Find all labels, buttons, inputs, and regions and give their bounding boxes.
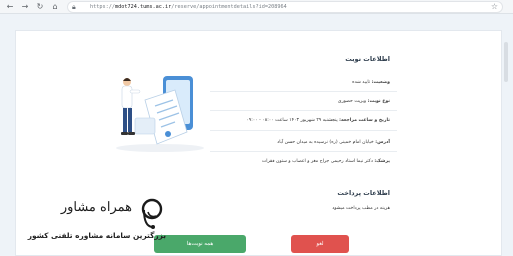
appointment-card	[15, 30, 502, 256]
address-label: آدرس:	[375, 140, 390, 145]
datetime-row: تاریخ و ساعت مراجعه: پنجشنبه ۲۹ شهریور ۱…	[246, 118, 390, 123]
status-label: وضعیت:	[371, 80, 390, 85]
all-appointments-button[interactable]: همه نوبت‌ها	[154, 235, 246, 253]
doctor-value: دکتر نیما استاد رحیمی جراح مغز و اعصاب و…	[261, 159, 373, 164]
row-divider	[210, 110, 397, 111]
payment-note: هزینه در مطب پرداخت میشود	[332, 206, 390, 211]
row-divider	[210, 91, 397, 92]
row-divider	[210, 151, 397, 152]
datetime-label: تاریخ و ساعت مراجعه:	[339, 118, 390, 123]
page-scrollbar[interactable]	[504, 42, 508, 82]
reload-icon[interactable]: ↻	[35, 2, 45, 12]
datetime-value: پنجشنبه ۲۹ شهریور ۱۴۰۳ ساعت ۰۸:۰۰ - ۰۹:۰…	[246, 118, 338, 123]
row-divider	[210, 130, 397, 131]
browser-toolbar: ← → ↻ ⌂ 🔒︎ https://mdot724.tums.ac.ir/re…	[0, 0, 513, 14]
appointment-illustration	[116, 76, 204, 152]
back-icon[interactable]: ←	[5, 2, 15, 12]
type-row: نوع نوبت: ویزیت حضوری	[338, 99, 390, 104]
url-text: https://mdot724.tums.ac.ir/reserve/appoi…	[90, 4, 287, 10]
lock-icon: 🔒︎	[72, 3, 76, 11]
headset-logo-icon	[141, 198, 163, 229]
address-bar[interactable]: 🔒︎ https://mdot724.tums.ac.ir/reserve/ap…	[67, 1, 503, 13]
home-icon[interactable]: ⌂	[50, 2, 60, 12]
watermark-subtitle: بزرگترین سامانه مشاوره تلفنی کشور	[27, 231, 166, 240]
doctor-row: پزشک: دکتر نیما استاد رحیمی جراح مغز و ا…	[262, 159, 390, 164]
payment-info-title: اطلاعات پرداخت	[337, 189, 390, 197]
bookmark-star-icon[interactable]: ☆	[491, 2, 498, 11]
cancel-appointment-button[interactable]: لغو	[291, 235, 349, 253]
appointment-info-title: اطلاعات نوبت	[345, 55, 390, 63]
forward-icon[interactable]: →	[20, 2, 30, 12]
type-label: نوع نوبت:	[367, 99, 390, 104]
type-value: ویزیت حضوری	[337, 99, 367, 104]
status-row: وضعیت: تایید شده	[352, 80, 390, 85]
address-value: خیابان امام خمینی (ره) نرسیده به میدان ح…	[277, 140, 374, 145]
watermark-title: همراه مشاور	[60, 200, 132, 215]
doctor-label: پزشک:	[374, 159, 390, 164]
status-value: تایید شده	[352, 80, 371, 85]
address-row: آدرس: خیابان امام خمینی (ره) نرسیده به م…	[277, 140, 390, 145]
